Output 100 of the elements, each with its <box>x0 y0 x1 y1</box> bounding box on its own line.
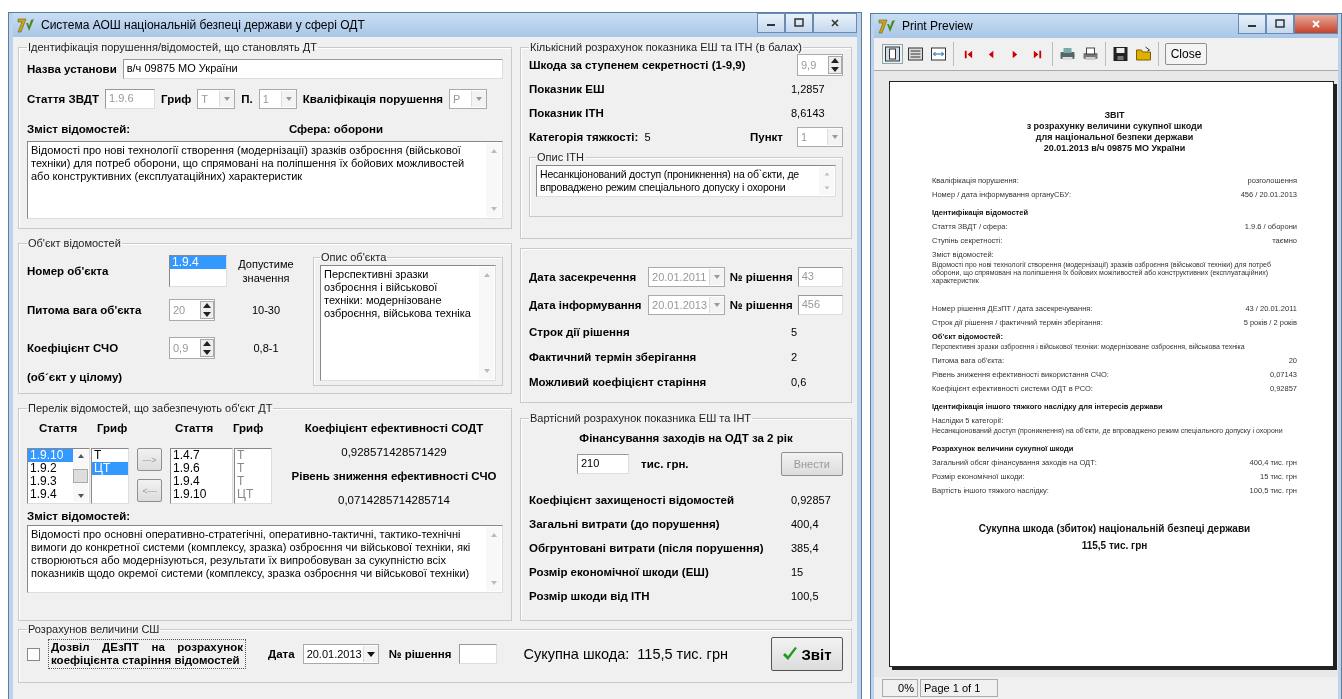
input-field[interactable]: 210 <box>577 454 630 474</box>
list-item[interactable]: 1.9.2 <box>28 462 73 475</box>
first-page-icon[interactable] <box>963 48 974 60</box>
list-item[interactable]: 1.9.3 <box>28 475 73 488</box>
last-page-icon[interactable] <box>1032 48 1043 60</box>
close-button[interactable] <box>1294 14 1338 34</box>
text-area[interactable]: Відомості про основні оперативно-стратегічні, оперативно-тактичні, тактико-технічні вимоги до конкретної системи (комплексу, зразка) озброєння чи військової техніки, які створюються або модернізуються, результати їх випробовуван за сукупністю всіх показників щодо окремої системи (комплексу, зразка озброєння чи військової техніки) <box>27 525 503 593</box>
range-label: 0,8-1 <box>252 342 280 354</box>
value-text: 2 <box>791 350 799 363</box>
print-icon[interactable] <box>1082 46 1099 62</box>
field-label: Номер об'єкта <box>27 265 110 277</box>
single-page-icon[interactable] <box>884 46 901 62</box>
column-header: Гриф <box>97 422 129 434</box>
value-text: 0,92857 <box>791 494 832 506</box>
field-label: Можливий коефіцієнт старіння <box>529 375 707 388</box>
unit-label: тис. грн. <box>641 458 689 470</box>
group-legend: Опис об'єкта <box>320 251 388 263</box>
maximize-button[interactable] <box>785 13 813 33</box>
fit-width-icon[interactable] <box>930 46 947 62</box>
field-label: Коефіцієнт СЧО <box>27 342 120 354</box>
page-label: Page 1 of 1 <box>920 679 998 697</box>
text-area[interactable]: Відомості про нові технології створення (модернізації) зразків озброєння (військової техніки) для потреб оборони, що спрямовані на поліпшення їх бойових можливостей або конструктивних (експлуатаційних) характеристик <box>27 141 503 219</box>
list-box[interactable]: Т ЦТ <box>91 448 129 504</box>
scrollbar[interactable] <box>73 450 88 502</box>
range-label: 10-30 <box>250 304 282 316</box>
list-item[interactable]: 1.9.10 <box>171 488 232 501</box>
minimize-button[interactable] <box>757 13 785 33</box>
field-label: Пункт <box>750 131 783 143</box>
list-item[interactable]: 1.9.10 <box>28 449 73 462</box>
list-item[interactable]: Т <box>235 449 271 462</box>
field-label: П. <box>241 93 253 105</box>
scrollbar[interactable] <box>479 267 494 379</box>
group-legend: Об'єкт відомостей <box>27 237 122 249</box>
window-title: Система АОШ національній безпеці держави у сфері ОДТ <box>41 18 366 32</box>
list-item[interactable]: ЦТ <box>92 462 128 475</box>
list-item[interactable]: Т <box>235 475 271 488</box>
field-label: Розмір економічної шкоди (ЕШ) <box>529 566 709 578</box>
text-area[interactable]: Несанкціонований доступ (проникнення) на об`єкти, де впроваджено режим спеціального допуску і охорони <box>536 165 836 197</box>
report-total: 115,5 тис. грн <box>1081 540 1148 551</box>
field-label: Назва установи <box>27 63 117 75</box>
report-button[interactable]: Звіт <box>771 637 843 671</box>
save-icon[interactable] <box>1112 46 1129 62</box>
value-text: 5 <box>791 325 799 338</box>
text-area[interactable]: Перспективні зразки озброєння і військової техніки: модернізоване озброєння, військова техніка <box>320 265 496 381</box>
value-text: 100,5 <box>791 590 820 602</box>
list-item[interactable]: 1.9.6 <box>171 462 232 475</box>
close-icon <box>830 18 840 28</box>
sphere-label: Сфера: оборони <box>288 123 383 135</box>
field-label: № рішення <box>388 648 452 660</box>
list-item[interactable]: ЦТ <box>235 488 271 501</box>
list-item[interactable]: 1.4.7 <box>171 449 232 462</box>
group-legend: Перелік відомостей, що забезпечують об'єкт ДТ <box>27 402 274 414</box>
lines-icon[interactable] <box>907 46 924 62</box>
scrollbar[interactable] <box>486 143 501 217</box>
list-item[interactable]: Т <box>235 462 271 475</box>
scrollbar[interactable] <box>486 527 501 591</box>
field-label: Шкода за ступенем секретності (1-9,9) <box>529 59 746 71</box>
list-item[interactable]: 1.9.4 <box>170 256 226 269</box>
list-box[interactable]: 1.9.4 <box>169 255 227 287</box>
close-button[interactable] <box>813 13 857 33</box>
field-label: Кваліфікація порушення <box>302 93 444 105</box>
field-label: Стаття ЗВДТ <box>27 93 100 105</box>
field-label: Загальні витрати (до порушення) <box>529 518 720 530</box>
value-text: 0,6 <box>791 375 808 388</box>
value-text: 400,4 <box>791 518 820 530</box>
list-box[interactable]: Т Т Т ЦТ <box>234 448 272 504</box>
field-label: Розмір шкоди від ІТН <box>529 590 650 602</box>
spin-arrows-icon <box>828 56 842 74</box>
value-text: 385,4 <box>791 542 820 554</box>
close-button[interactable]: Close <box>1165 43 1207 65</box>
window-title: Print Preview <box>902 19 974 33</box>
checkbox-label[interactable]: Дозвіл ДЕзПТ на розрахунок коефіцієнта старіння відомостей <box>48 639 246 669</box>
input-field[interactable]: в/ч 09875 МО України <box>122 59 503 79</box>
printer-icon[interactable] <box>1059 46 1076 62</box>
checkmark-icon <box>782 646 799 662</box>
scrollbar[interactable] <box>819 167 834 195</box>
minimize-button[interactable] <box>1238 14 1266 34</box>
group-legend: Вартісний розрахунок показника ЕШ та ІНТ <box>529 412 753 424</box>
column-header: Стаття <box>175 422 215 434</box>
folder-icon[interactable] <box>1135 46 1152 62</box>
list-item[interactable]: Т <box>92 449 128 462</box>
app-logo-icon <box>878 18 896 34</box>
list-item[interactable]: 1.9.4 <box>171 475 232 488</box>
group-legend: Розрахунов величини СШ <box>27 623 161 635</box>
maximize-button[interactable] <box>1266 14 1294 34</box>
field-label: Питома вага об'єкта <box>27 304 143 316</box>
value-text: 5 <box>644 131 651 143</box>
list-box[interactable]: 1.9.10 1.9.2 1.9.3 1.9.4 <box>27 448 90 504</box>
list-item[interactable]: 1.9.4 <box>28 488 73 501</box>
value-text: 0,928571428571429 <box>341 446 447 458</box>
maximize-icon <box>1275 19 1285 29</box>
spin-arrows-icon <box>200 301 214 319</box>
report-title: з розрахунку величини сукупної шкоди <box>1026 121 1203 131</box>
field-label: Категорія тяжкості: <box>529 131 639 143</box>
list-box[interactable]: 1.4.7 1.9.6 1.9.4 1.9.10 <box>170 448 233 504</box>
date-picker[interactable]: 20.01.2013 <box>302 644 379 664</box>
field-label: Фактичний термін зберігання <box>529 350 697 363</box>
input-field[interactable] <box>459 644 498 664</box>
checkbox[interactable] <box>27 647 40 661</box>
field-label: Гриф <box>161 93 192 105</box>
